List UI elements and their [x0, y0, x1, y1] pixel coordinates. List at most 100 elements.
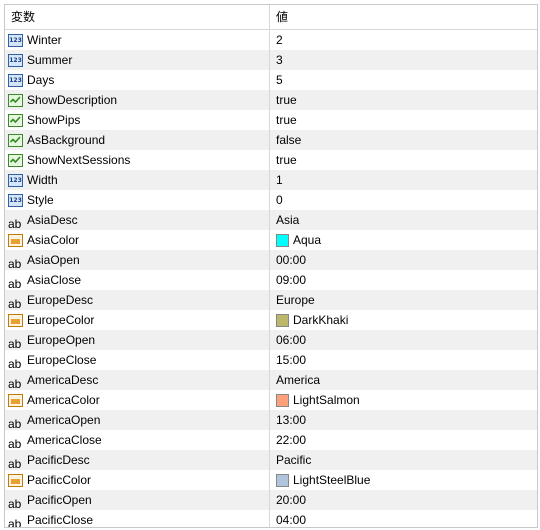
value-cell[interactable]: true	[270, 110, 537, 130]
variable-value: true	[276, 113, 297, 127]
variable-name: PacificOpen	[27, 493, 92, 507]
variable-cell: 123 Days	[5, 70, 270, 90]
table-row[interactable]: ab EuropeClose 15:00	[5, 350, 537, 371]
variable-name: AsiaColor	[27, 233, 80, 247]
value-cell[interactable]: 3	[270, 50, 537, 70]
value-cell[interactable]: LightSteelBlue	[270, 470, 537, 490]
variable-cell: EuropeColor	[5, 310, 270, 330]
table-row[interactable]: EuropeColor DarkKhaki	[5, 310, 537, 330]
variable-value: Pacific	[276, 453, 312, 467]
variable-cell: ab EuropeOpen	[5, 330, 270, 351]
variable-cell: AsBackground	[5, 130, 270, 150]
string-type-icon: ab	[8, 496, 22, 511]
value-cell[interactable]: false	[270, 130, 537, 150]
value-cell[interactable]: DarkKhaki	[270, 310, 537, 330]
boolean-type-icon	[8, 133, 23, 147]
value-cell[interactable]: 0	[270, 190, 537, 210]
integer-type-icon: 123	[8, 173, 23, 187]
string-type-icon: ab	[8, 436, 22, 451]
value-cell[interactable]: 13:00	[270, 410, 537, 430]
color-type-icon	[8, 393, 23, 407]
value-column-header[interactable]: 値	[270, 5, 537, 29]
variable-column-header[interactable]: 変数	[5, 5, 270, 29]
string-type-icon: ab	[8, 516, 22, 528]
variable-name: AsiaDesc	[27, 213, 78, 227]
variable-cell: ShowDescription	[5, 90, 270, 110]
variable-value: 13:00	[276, 413, 307, 427]
table-row[interactable]: ab EuropeDesc Europe	[5, 290, 537, 311]
table-row[interactable]: ShowPips true	[5, 110, 537, 130]
value-cell[interactable]: 20:00	[270, 490, 537, 510]
string-type-icon: ab	[8, 276, 22, 291]
value-cell[interactable]: 09:00	[270, 270, 537, 290]
table-row[interactable]: AsBackground false	[5, 130, 537, 150]
value-cell[interactable]: Pacific	[270, 450, 537, 470]
variable-value: 2	[276, 33, 283, 47]
table-row[interactable]: ab AsiaOpen 00:00	[5, 250, 537, 271]
table-row[interactable]: ab AsiaClose 09:00	[5, 270, 537, 291]
table-row[interactable]: ab AsiaDesc Asia	[5, 210, 537, 231]
table-row[interactable]: ab PacificClose 04:00	[5, 510, 537, 528]
variable-name: EuropeColor	[27, 313, 95, 327]
table-row[interactable]: PacificColor LightSteelBlue	[5, 470, 537, 490]
variable-name: AmericaColor	[27, 393, 100, 407]
table-row[interactable]: AsiaColor Aqua	[5, 230, 537, 250]
variable-name: ShowDescription	[27, 93, 118, 107]
value-cell[interactable]: 00:00	[270, 250, 537, 270]
value-cell[interactable]: America	[270, 370, 537, 390]
color-type-icon	[8, 473, 23, 487]
variable-name: ShowNextSessions	[27, 153, 131, 167]
variable-value: 5	[276, 73, 283, 87]
value-cell[interactable]: 2	[270, 30, 537, 50]
value-cell[interactable]: 5	[270, 70, 537, 90]
table-row[interactable]: 123 Width 1	[5, 170, 537, 190]
variable-cell: AmericaColor	[5, 390, 270, 410]
variable-name: PacificClose	[27, 513, 94, 527]
variable-name: Width	[27, 173, 58, 187]
value-cell[interactable]: 06:00	[270, 330, 537, 350]
variable-cell: ab AsiaDesc	[5, 210, 270, 231]
variable-name: Winter	[27, 33, 62, 47]
value-cell[interactable]: true	[270, 90, 537, 110]
variable-name: EuropeClose	[27, 353, 97, 367]
table-row[interactable]: 123 Style 0	[5, 190, 537, 210]
value-cell[interactable]: true	[270, 150, 537, 170]
table-row[interactable]: ab AmericaDesc America	[5, 370, 537, 391]
table-row[interactable]: 123 Days 5	[5, 70, 537, 90]
variable-value: America	[276, 373, 321, 387]
table-row[interactable]: ShowDescription true	[5, 90, 537, 110]
table-row[interactable]: ab AmericaOpen 13:00	[5, 410, 537, 431]
value-cell[interactable]: Aqua	[270, 230, 537, 250]
value-cell[interactable]: 04:00	[270, 510, 537, 527]
string-type-icon: ab	[8, 456, 22, 471]
boolean-type-icon	[8, 113, 23, 127]
value-cell[interactable]: 15:00	[270, 350, 537, 370]
integer-type-icon: 123	[8, 33, 23, 47]
variable-name: PacificColor	[27, 473, 92, 487]
variable-name: AmericaOpen	[27, 413, 101, 427]
color-swatch	[276, 473, 289, 487]
table-row[interactable]: ab PacificOpen 20:00	[5, 490, 537, 511]
variable-name: Style	[27, 193, 54, 207]
variable-name: PacificDesc	[27, 453, 90, 467]
value-cell[interactable]: Europe	[270, 290, 537, 310]
variable-cell: ab EuropeDesc	[5, 290, 270, 311]
variable-value: 00:00	[276, 253, 307, 267]
color-swatch	[276, 313, 289, 327]
value-cell[interactable]: LightSalmon	[270, 390, 537, 410]
variable-value: 09:00	[276, 273, 307, 287]
table-row[interactable]: 123 Winter 2	[5, 30, 537, 50]
variable-name: AmericaClose	[27, 433, 102, 447]
variable-value: true	[276, 153, 297, 167]
variable-value: LightSalmon	[293, 393, 360, 407]
value-cell[interactable]: Asia	[270, 210, 537, 230]
value-cell[interactable]: 22:00	[270, 430, 537, 450]
table-row[interactable]: ab EuropeOpen 06:00	[5, 330, 537, 351]
table-row[interactable]: ab AmericaClose 22:00	[5, 430, 537, 451]
variable-cell: 123 Summer	[5, 50, 270, 70]
table-row[interactable]: 123 Summer 3	[5, 50, 537, 70]
value-cell[interactable]: 1	[270, 170, 537, 190]
table-row[interactable]: ab PacificDesc Pacific	[5, 450, 537, 471]
table-row[interactable]: ShowNextSessions true	[5, 150, 537, 170]
table-row[interactable]: AmericaColor LightSalmon	[5, 390, 537, 410]
